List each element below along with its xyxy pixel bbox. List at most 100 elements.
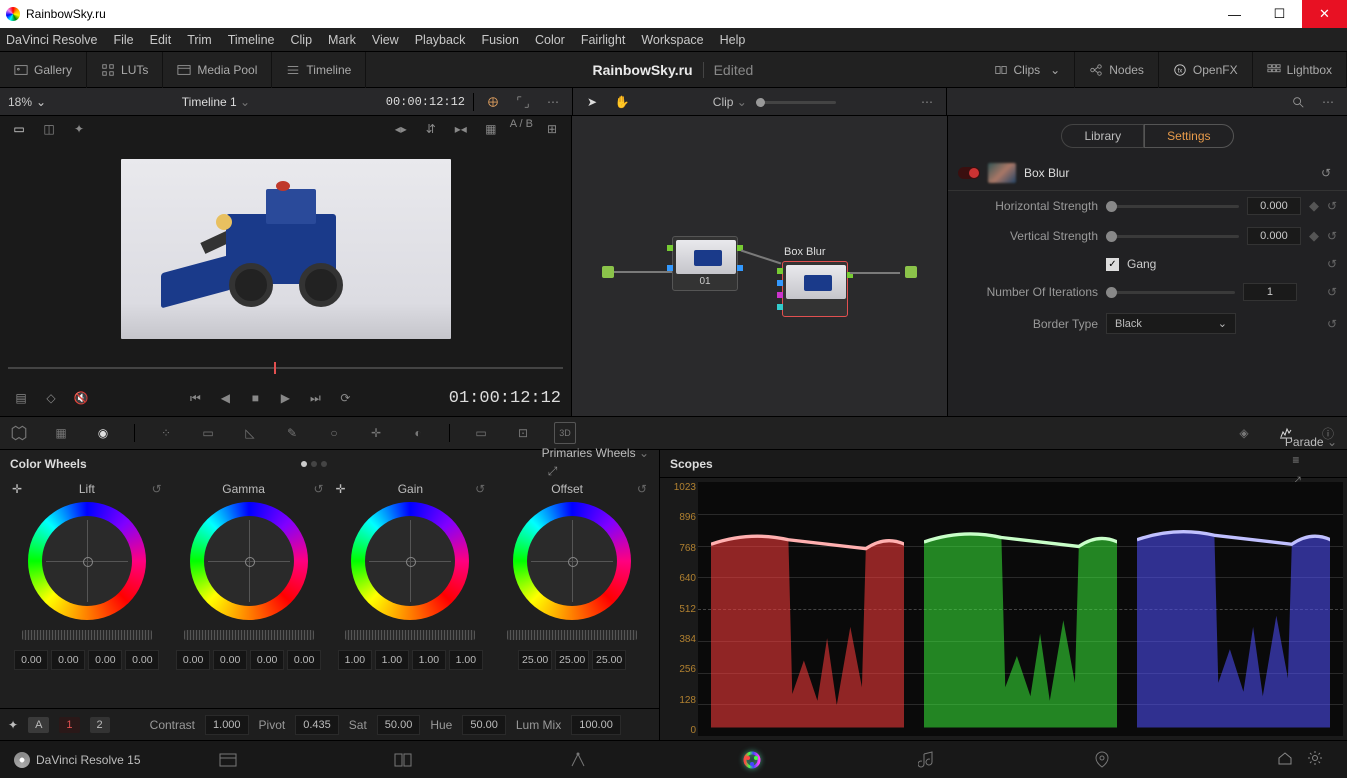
settings-icon[interactable]	[1307, 750, 1337, 769]
sizing-icon[interactable]: ⊡	[512, 422, 534, 444]
record-timecode[interactable]: 00:00:12:12	[386, 95, 465, 109]
minimize-button[interactable]: —	[1212, 0, 1257, 28]
auto-icon[interactable]: ✦	[8, 718, 18, 732]
in-out-icon[interactable]: ◂▸	[390, 118, 412, 140]
media-page-icon[interactable]	[141, 752, 316, 768]
vstrength-value[interactable]: 0.000	[1247, 227, 1301, 245]
reset-icon[interactable]: ↺	[1327, 257, 1337, 271]
fx-reset-icon[interactable]: ↺	[1315, 162, 1337, 184]
ab-label[interactable]: A / B	[510, 118, 533, 140]
play-reverse-icon[interactable]: ◀	[214, 387, 236, 409]
viewer-mode-icon[interactable]: ▭	[8, 118, 30, 140]
reset-icon[interactable]: ↺	[1327, 229, 1337, 243]
reset-icon[interactable]: ↺	[1327, 199, 1337, 213]
viewer-options-icon[interactable]: ⋯	[542, 91, 564, 113]
offset-jog[interactable]	[507, 630, 637, 640]
color-page-icon[interactable]	[665, 750, 840, 770]
lift-colorwheel[interactable]	[28, 502, 146, 620]
wheels-mode[interactable]: Primaries Wheels	[542, 446, 636, 460]
expand-icon[interactable]	[512, 91, 534, 113]
timeline-name[interactable]: Timeline 1 ⌄	[54, 95, 378, 109]
motion-icon[interactable]: ▭	[197, 422, 219, 444]
tab-library[interactable]: Library	[1061, 124, 1144, 148]
reset-icon[interactable]: ↺	[152, 482, 162, 496]
gang-checkbox[interactable]: ✓	[1106, 258, 1119, 271]
edit-page-icon[interactable]	[315, 752, 490, 768]
picker-icon[interactable]: ✛	[336, 482, 346, 496]
gamma-colorwheel[interactable]	[190, 502, 308, 620]
insp-options-icon[interactable]: ⋯	[1317, 91, 1339, 113]
hstrength-value[interactable]: 0.000	[1247, 197, 1301, 215]
menu-workspace[interactable]: Workspace	[641, 33, 703, 47]
reset-icon[interactable]: ↺	[637, 482, 647, 496]
lightbox-button[interactable]: Lightbox	[1253, 52, 1347, 88]
keyframe-icon[interactable]: ◆	[1309, 228, 1319, 244]
node-input[interactable]	[602, 266, 614, 278]
up-down-icon[interactable]: ⇵	[420, 118, 442, 140]
menu-trim[interactable]: Trim	[187, 33, 212, 47]
3d-icon[interactable]: 3D	[554, 422, 576, 444]
checker-icon[interactable]: ▦	[480, 118, 502, 140]
viewer-zoom[interactable]: 18%⌄	[8, 95, 46, 109]
hstrength-slider[interactable]	[1106, 205, 1239, 208]
menu-timeline[interactable]: Timeline	[228, 33, 275, 47]
iter-value[interactable]: 1	[1243, 283, 1297, 301]
viewer-scrubber[interactable]	[8, 360, 563, 376]
menu-davinci[interactable]: DaVinci Resolve	[6, 33, 97, 47]
reset-icon[interactable]: ↺	[1327, 317, 1337, 331]
offset-colorwheel[interactable]	[513, 502, 631, 620]
menu-view[interactable]: View	[372, 33, 399, 47]
menu-playback[interactable]: Playback	[415, 33, 466, 47]
vstrength-slider[interactable]	[1106, 235, 1239, 238]
page-1[interactable]: 1	[59, 717, 79, 733]
lift-jog[interactable]	[22, 630, 152, 640]
contrast-value[interactable]: 1.000	[205, 715, 249, 735]
viewer-timecode[interactable]: 01:00:12:12	[449, 389, 561, 408]
node-01[interactable]: 01	[672, 236, 738, 291]
grid-icon[interactable]: ⊞	[541, 118, 563, 140]
hue-value[interactable]: 50.00	[462, 715, 506, 735]
tracker-icon[interactable]: ✛	[365, 422, 387, 444]
node-options-icon[interactable]: ⋯	[916, 91, 938, 113]
curves-icon[interactable]: ◺	[239, 422, 261, 444]
last-frame-icon[interactable]: ⏭	[304, 387, 326, 409]
stop-icon[interactable]: ■	[244, 387, 266, 409]
iter-slider[interactable]	[1106, 291, 1235, 294]
reset-icon[interactable]: ↺	[475, 482, 485, 496]
play-icon[interactable]: ▶	[274, 387, 296, 409]
camera-raw-icon[interactable]	[8, 422, 30, 444]
pivot-value[interactable]: 0.435	[295, 715, 339, 735]
gain-jog[interactable]	[345, 630, 475, 640]
layers-icon[interactable]: ◇	[40, 387, 62, 409]
wand-icon[interactable]: ✦	[68, 118, 90, 140]
window-icon[interactable]: ○	[323, 422, 345, 444]
key-icon[interactable]: ▭	[470, 422, 492, 444]
menu-fusion[interactable]: Fusion	[481, 33, 519, 47]
mediapool-button[interactable]: Media Pool	[163, 52, 272, 88]
clip-label[interactable]: Clip	[713, 95, 734, 109]
first-frame-icon[interactable]: ⏮	[184, 387, 206, 409]
page-2[interactable]: 2	[90, 717, 110, 733]
luts-button[interactable]: LUTs	[87, 52, 163, 88]
keyframe-icon[interactable]: ◆	[1309, 198, 1319, 214]
reset-icon[interactable]: ↺	[313, 482, 323, 496]
menu-edit[interactable]: Edit	[150, 33, 172, 47]
rgb-mixer-icon[interactable]: ⁘	[155, 422, 177, 444]
qualifier-icon[interactable]: ✎	[281, 422, 303, 444]
border-select[interactable]: Black⌄	[1106, 313, 1236, 334]
gamma-jog[interactable]	[184, 630, 314, 640]
node-graph[interactable]: 01 Box Blur	[572, 116, 947, 416]
keyframes-icon[interactable]: ◈	[1233, 422, 1255, 444]
menu-clip[interactable]: Clip	[291, 33, 313, 47]
node-output[interactable]	[905, 266, 917, 278]
tab-settings[interactable]: Settings	[1144, 124, 1233, 148]
split-icon[interactable]: ◫	[38, 118, 60, 140]
hand-icon[interactable]: ✋	[611, 91, 633, 113]
gain-colorwheel[interactable]	[351, 502, 469, 620]
lummix-value[interactable]: 100.00	[571, 715, 621, 735]
search-icon[interactable]	[1287, 91, 1309, 113]
node-boxblur[interactable]	[782, 261, 848, 317]
viewer-image[interactable]	[0, 142, 571, 356]
scopes-settings-icon[interactable]: ≡	[1285, 449, 1307, 471]
menu-color[interactable]: Color	[535, 33, 565, 47]
